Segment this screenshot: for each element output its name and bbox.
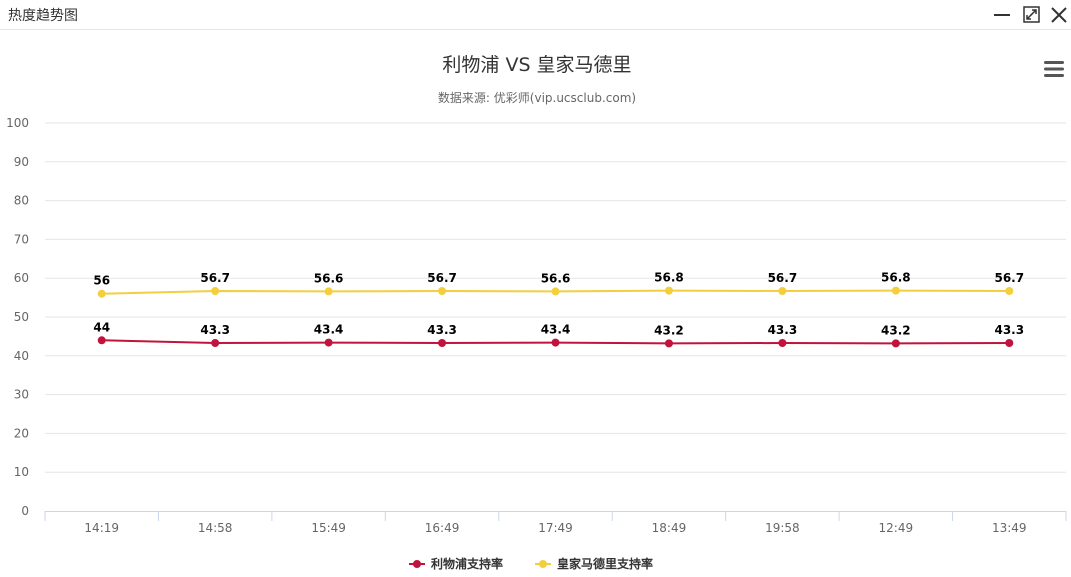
close-button[interactable] — [1048, 4, 1070, 26]
data-label: 56.6 — [314, 271, 344, 285]
x-tick-label: 18:49 — [652, 521, 687, 535]
data-point[interactable] — [551, 338, 560, 347]
data-point[interactable] — [1005, 287, 1014, 296]
minimize-icon — [994, 14, 1010, 16]
y-tick-label: 50 — [14, 310, 29, 324]
y-tick-label: 0 — [21, 504, 29, 518]
data-label: 43.3 — [994, 323, 1024, 337]
data-point[interactable] — [891, 339, 900, 348]
x-tick-label: 19:58 — [765, 521, 800, 535]
legend-swatch-marker — [539, 560, 547, 568]
chart-subtitle: 数据来源: 优彩师(vip.ucsclub.com) — [438, 90, 636, 105]
y-tick-label: 10 — [14, 465, 29, 479]
data-label: 56.7 — [768, 271, 798, 285]
data-label: 56.7 — [427, 271, 457, 285]
x-tick-label: 12:49 — [879, 521, 914, 535]
data-label: 56.8 — [654, 271, 684, 285]
y-tick-label: 30 — [14, 388, 29, 402]
y-tick-label: 40 — [14, 349, 29, 363]
minimize-button[interactable] — [991, 4, 1013, 26]
data-point[interactable] — [438, 338, 447, 347]
chart-title: 利物浦 VS 皇家马德里 — [442, 54, 631, 76]
y-tick-label: 70 — [14, 232, 29, 246]
data-point[interactable] — [438, 287, 447, 296]
x-tick-label: 14:19 — [84, 521, 119, 535]
y-tick-label: 90 — [14, 155, 29, 169]
y-tick-label: 20 — [14, 426, 29, 440]
data-point[interactable] — [211, 287, 220, 296]
legend-item[interactable]: 皇家马德里支持率 — [535, 556, 653, 571]
panel-header: 热度趋势图 — [0, 0, 1071, 30]
data-point[interactable] — [1005, 338, 1014, 347]
data-label: 56.6 — [541, 271, 571, 285]
data-label: 43.3 — [427, 323, 457, 337]
x-tick-label: 13:49 — [992, 521, 1027, 535]
data-label: 43.3 — [768, 323, 798, 337]
legend-label: 皇家马德里支持率 — [557, 556, 653, 571]
data-point[interactable] — [211, 338, 220, 347]
data-point[interactable] — [664, 286, 673, 295]
legend-item[interactable]: 利物浦支持率 — [409, 556, 503, 571]
legend-label: 利物浦支持率 — [431, 556, 503, 571]
y-tick-label: 80 — [14, 194, 29, 208]
maximize-button[interactable] — [1021, 4, 1043, 26]
x-tick-label: 14:58 — [198, 521, 233, 535]
data-point[interactable] — [778, 287, 787, 296]
legend-swatch-marker — [413, 560, 421, 568]
data-point[interactable] — [664, 339, 673, 348]
data-label: 43.4 — [314, 323, 344, 337]
data-label: 56.7 — [200, 271, 230, 285]
data-label: 43.4 — [541, 323, 571, 337]
data-point[interactable] — [551, 287, 560, 296]
data-label: 56 — [93, 274, 110, 288]
data-label: 43.3 — [200, 323, 230, 337]
x-tick-label: 15:49 — [311, 521, 346, 535]
data-label: 43.2 — [654, 323, 684, 337]
data-point[interactable] — [324, 287, 333, 296]
data-point[interactable] — [324, 338, 333, 347]
data-point[interactable] — [97, 336, 106, 345]
data-point[interactable] — [891, 286, 900, 295]
data-point[interactable] — [97, 289, 106, 298]
close-icon — [1051, 7, 1067, 23]
data-label: 56.8 — [881, 271, 911, 285]
maximize-icon — [1023, 6, 1040, 23]
x-tick-label: 17:49 — [538, 521, 573, 535]
panel-title: 热度趋势图 — [8, 8, 78, 24]
y-tick-label: 100 — [6, 116, 29, 130]
x-tick-label: 16:49 — [425, 521, 460, 535]
line-chart: 利物浦 VS 皇家马德里 数据来源: 优彩师(vip.ucsclub.com) … — [6, 54, 1067, 571]
data-point[interactable] — [778, 338, 787, 347]
data-label: 43.2 — [881, 323, 911, 337]
data-label: 56.7 — [994, 271, 1024, 285]
y-tick-label: 60 — [14, 271, 29, 285]
data-label: 44 — [93, 320, 110, 334]
